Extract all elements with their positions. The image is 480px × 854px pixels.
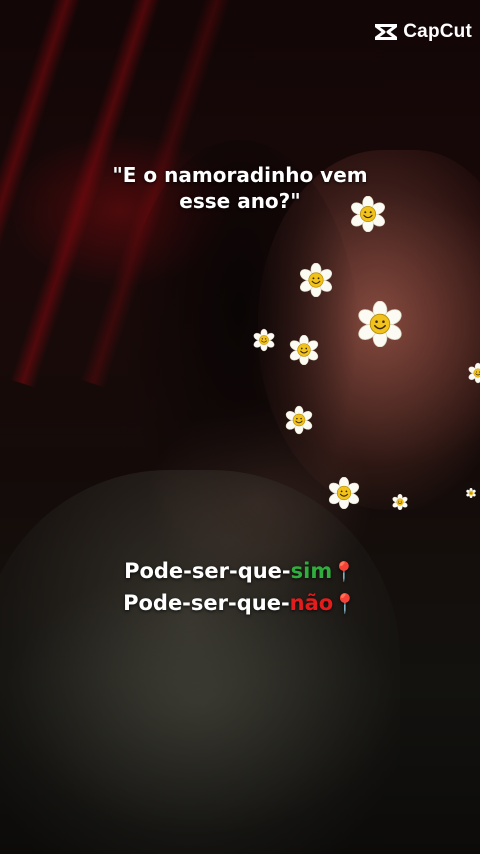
pushpin-icon: 📍: [332, 561, 356, 583]
answer-prefix: Pode-ser-que-: [123, 591, 290, 615]
caption-line: "E o namoradinho vem: [112, 163, 368, 187]
smiley-daisy-icon: [391, 494, 409, 510]
answer-word-yes: sim: [290, 559, 333, 583]
capcut-logo-icon: [375, 24, 398, 40]
video-frame: CapCut "E o namoradinho vem esse ano?" P…: [0, 0, 480, 854]
capcut-watermark: CapCut: [374, 20, 472, 44]
caption-line: esse ano?": [179, 189, 301, 213]
smiley-daisy-icon: [357, 301, 403, 347]
answer-prefix: Pode-ser-que-: [124, 559, 291, 583]
pushpin-icon: 📍: [333, 593, 357, 615]
answer-word-no: não: [289, 591, 334, 615]
smiley-daisy-icon: [299, 263, 333, 297]
smiley-daisy-icon: [253, 328, 275, 352]
smiley-daisy-icon: [468, 362, 480, 384]
answers-caption: Pode-ser-que-sim📍 Pode-ser-que-não📍: [0, 556, 480, 620]
smiley-daisy-icon: [289, 335, 319, 365]
question-caption: "E o namoradinho vem esse ano?": [0, 162, 480, 214]
smiley-daisy-icon: [285, 405, 313, 435]
smiley-daisy-icon: [465, 488, 477, 498]
answer-line-no: Pode-ser-que-não📍: [0, 588, 480, 620]
capcut-brand-text: CapCut: [403, 21, 472, 42]
smiley-daisy-icon: [326, 477, 362, 509]
shirt-silhouette: [0, 470, 400, 854]
answer-line-yes: Pode-ser-que-sim📍: [0, 556, 480, 588]
